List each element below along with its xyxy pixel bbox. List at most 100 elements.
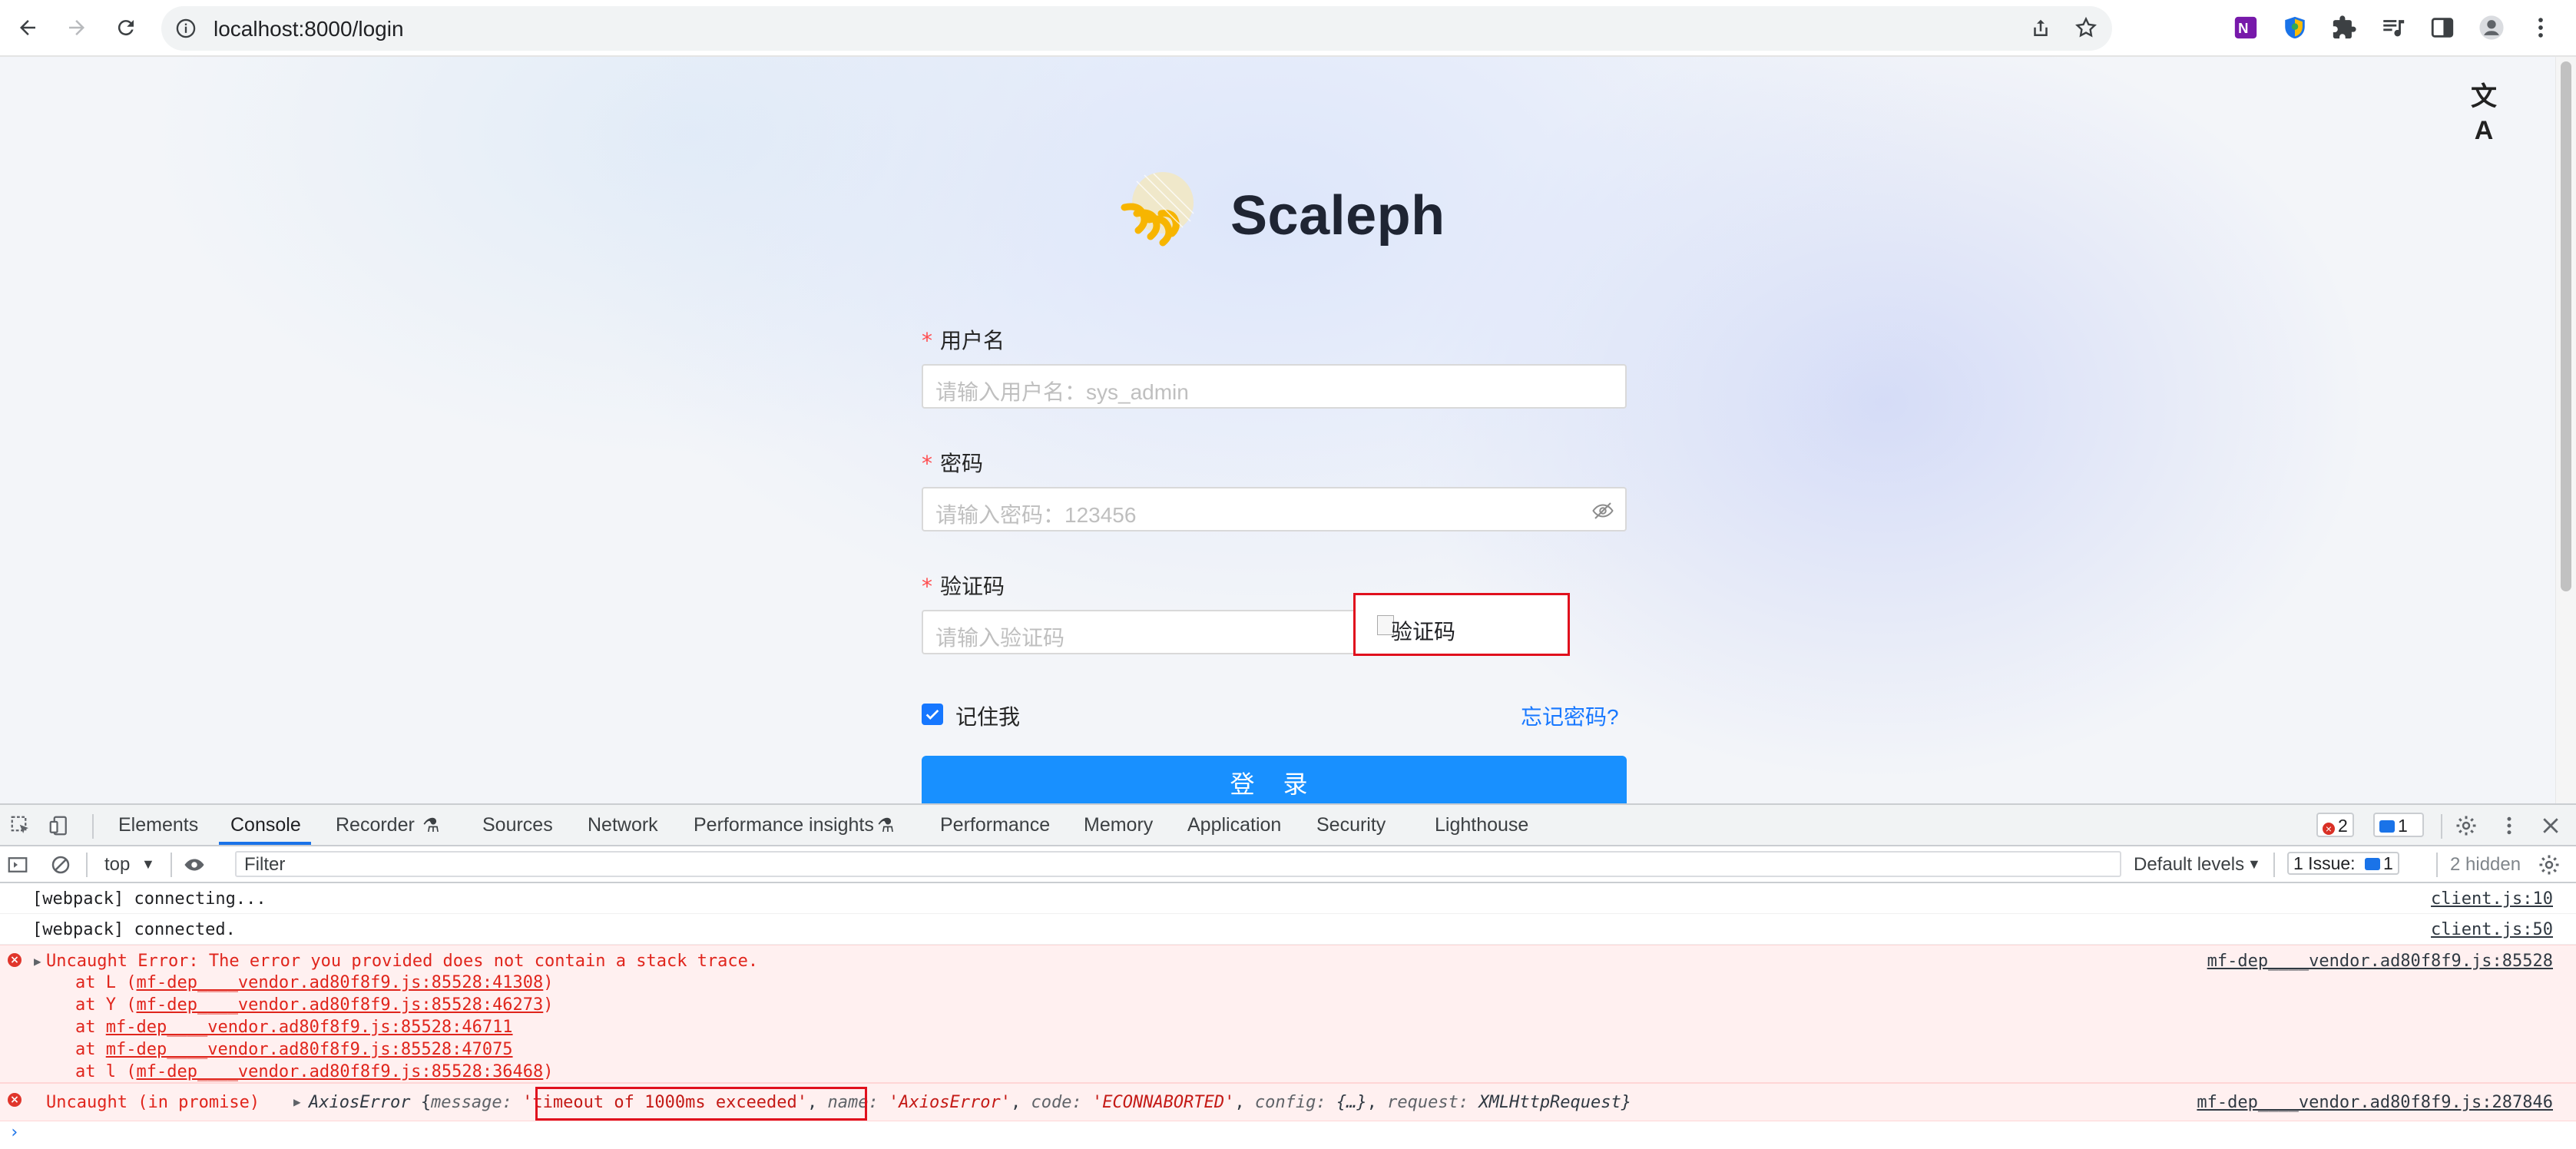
error-source-link[interactable]: mf-dep____vendor.ad80f8f9.js:287846 bbox=[2197, 1093, 2553, 1112]
eye-invisible-icon[interactable] bbox=[1591, 499, 1614, 522]
login-page: 文A Scaleph * 用户名 请输入用户名：sys_admin * 密码 请输入… bbox=[0, 57, 2576, 803]
axios-error-object[interactable]: AxiosError {message: 'timeout of 1000ms … bbox=[309, 1093, 1631, 1112]
remember-me-label[interactable]: 记住我 bbox=[955, 700, 1020, 731]
clear-console-icon[interactable] bbox=[49, 853, 72, 876]
captcha-image[interactable]: 验证码 bbox=[1353, 593, 1570, 656]
tab-network[interactable]: Network bbox=[588, 814, 658, 836]
forgot-password-link[interactable]: 忘记密码? bbox=[1521, 700, 1619, 731]
bookmark-star-icon[interactable] bbox=[2074, 15, 2098, 40]
shield-extension-icon[interactable] bbox=[2281, 14, 2309, 41]
error-row: × ▶ Uncaught Error: The error you provid… bbox=[0, 945, 2576, 1083]
share-icon[interactable] bbox=[2029, 17, 2052, 40]
error-count-badge[interactable]: × 2 bbox=[2316, 813, 2354, 837]
captcha-placeholder: 请输入验证码 bbox=[935, 626, 1065, 650]
console-settings-gear-icon[interactable] bbox=[2538, 853, 2561, 876]
side-panel-icon[interactable] bbox=[2429, 14, 2456, 41]
console-output: [webpack] connecting... client.js:10 [we… bbox=[0, 883, 2576, 1149]
sidebar-toggle-icon[interactable] bbox=[6, 853, 29, 876]
log-source-link[interactable]: client.js:50 bbox=[2431, 920, 2553, 939]
captcha-label: * 验证码 bbox=[922, 574, 1005, 599]
tab-performance-insights[interactable]: Performance insights bbox=[694, 814, 874, 836]
media-queue-icon[interactable] bbox=[2379, 14, 2407, 41]
stack-frame-link[interactable]: mf-dep____vendor.ad80f8f9.js:85528:46711 bbox=[106, 1018, 513, 1037]
expand-triangle-icon[interactable]: ▶ bbox=[293, 1094, 301, 1109]
inspect-element-icon[interactable] bbox=[9, 814, 32, 837]
chrome-menu-icon[interactable] bbox=[2527, 14, 2554, 41]
log-levels-dropdown[interactable]: Default levels bbox=[2134, 854, 2244, 876]
profile-avatar-icon[interactable] bbox=[2478, 14, 2505, 41]
log-source-link[interactable]: client.js:10 bbox=[2431, 889, 2553, 909]
reload-icon[interactable] bbox=[111, 12, 141, 43]
flask-icon: ⚗ bbox=[422, 815, 440, 836]
stack-frame-link[interactable]: mf-dep____vendor.ad80f8f9.js:85528:46273 bbox=[136, 995, 543, 1015]
log-message: [webpack] connected. bbox=[32, 920, 236, 939]
language-switch-icon[interactable]: 文A bbox=[2467, 80, 2501, 145]
onenote-extension-icon[interactable]: N bbox=[2232, 14, 2260, 41]
hidden-count: 2 hidden bbox=[2450, 854, 2521, 875]
remember-me-checkbox[interactable] bbox=[922, 704, 943, 725]
tab-memory[interactable]: Memory bbox=[1084, 814, 1153, 836]
tab-recorder[interactable]: Recorder bbox=[336, 814, 415, 836]
tab-console[interactable]: Console bbox=[230, 814, 301, 836]
settings-gear-icon[interactable] bbox=[2455, 814, 2478, 837]
tab-elements[interactable]: Elements bbox=[118, 814, 198, 836]
flask-icon: ⚗ bbox=[877, 815, 895, 836]
console-prompt-icon[interactable]: › bbox=[9, 1123, 19, 1142]
tab-application[interactable]: Application bbox=[1187, 814, 1281, 836]
filter-input[interactable]: Filter bbox=[235, 851, 2121, 877]
required-mark: * bbox=[922, 328, 932, 353]
devtools-menu-icon[interactable] bbox=[2498, 814, 2521, 837]
url-text: localhost:8000/login bbox=[214, 17, 404, 41]
error-message: Uncaught Error: The error you provided d… bbox=[46, 952, 759, 971]
console-toolbar: top ▼ Filter Default levels ▼ 1 Issue: 1… bbox=[0, 846, 2576, 883]
password-input[interactable]: 请输入密码：123456 bbox=[922, 487, 1627, 531]
stack-frame: at L (mf-dep____vendor.ad80f8f9.js:85528… bbox=[75, 973, 554, 992]
back-icon[interactable] bbox=[12, 12, 43, 43]
expand-triangle-icon[interactable]: ▶ bbox=[34, 954, 41, 969]
password-placeholder: 请输入密码：123456 bbox=[935, 503, 1137, 527]
message-count-badge[interactable]: 1 bbox=[2373, 813, 2424, 837]
error-icon: × bbox=[8, 953, 22, 967]
tab-performance[interactable]: Performance bbox=[940, 814, 1050, 836]
devtools-tab-bar: Elements Console Recorder ⚗ Sources Netw… bbox=[0, 805, 2576, 846]
checkmark-icon bbox=[925, 709, 939, 720]
password-label: * 密码 bbox=[922, 451, 984, 476]
username-label: * 用户名 bbox=[922, 328, 1005, 353]
stack-frame: at mf-dep____vendor.ad80f8f9.js:85528:47… bbox=[75, 1040, 513, 1059]
svg-text:N: N bbox=[2238, 20, 2248, 36]
login-button[interactable]: 登 录 bbox=[922, 756, 1627, 803]
error-icon: × bbox=[8, 1093, 22, 1107]
timeout-highlight-box bbox=[535, 1087, 867, 1121]
close-icon[interactable] bbox=[2539, 814, 2562, 837]
error-source-link[interactable]: mf-dep____vendor.ad80f8f9.js:85528 bbox=[2207, 952, 2553, 971]
live-expression-eye-icon[interactable] bbox=[183, 853, 206, 876]
stack-frame-link[interactable]: mf-dep____vendor.ad80f8f9.js:85528:47075 bbox=[106, 1040, 513, 1059]
stack-frame: at Y (mf-dep____vendor.ad80f8f9.js:85528… bbox=[75, 995, 554, 1015]
issues-button[interactable]: 1 Issue: 1 bbox=[2287, 852, 2399, 875]
log-row: [webpack] connecting... client.js:10 bbox=[0, 883, 2576, 914]
error-row: × Uncaught (in promise) ▶ AxiosError {me… bbox=[0, 1083, 2576, 1121]
context-selector[interactable]: top bbox=[104, 854, 130, 876]
stack-frame-link[interactable]: mf-dep____vendor.ad80f8f9.js:85528:41308 bbox=[136, 973, 543, 992]
page-scrollbar[interactable] bbox=[2555, 57, 2576, 803]
message-icon bbox=[2379, 820, 2395, 833]
device-toolbar-icon[interactable] bbox=[48, 814, 71, 837]
username-input[interactable]: 请输入用户名：sys_admin bbox=[922, 364, 1627, 409]
tab-sources[interactable]: Sources bbox=[482, 814, 553, 836]
captcha-input[interactable]: 请输入验证码 bbox=[922, 610, 1356, 654]
tab-security[interactable]: Security bbox=[1316, 814, 1386, 836]
extensions-puzzle-icon[interactable] bbox=[2330, 14, 2358, 41]
tab-lighthouse[interactable]: Lighthouse bbox=[1435, 814, 1528, 836]
log-row: [webpack] connected. client.js:50 bbox=[0, 914, 2576, 945]
username-placeholder: 请输入用户名：sys_admin bbox=[935, 380, 1189, 404]
stack-frame: at l (mf-dep____vendor.ad80f8f9.js:85528… bbox=[75, 1062, 554, 1081]
chevron-down-icon: ▼ bbox=[2247, 856, 2261, 872]
site-info-icon[interactable] bbox=[175, 18, 197, 39]
captcha-image-alt: 验证码 bbox=[1391, 620, 1456, 644]
message-icon bbox=[2364, 858, 2380, 870]
forward-icon[interactable] bbox=[61, 12, 92, 43]
chevron-down-icon: ▼ bbox=[141, 856, 155, 872]
brand-name: Scaleph bbox=[1230, 185, 1445, 247]
stack-frame-link[interactable]: mf-dep____vendor.ad80f8f9.js:85528:36468 bbox=[136, 1062, 543, 1081]
address-bar[interactable]: localhost:8000/login bbox=[161, 6, 2112, 51]
